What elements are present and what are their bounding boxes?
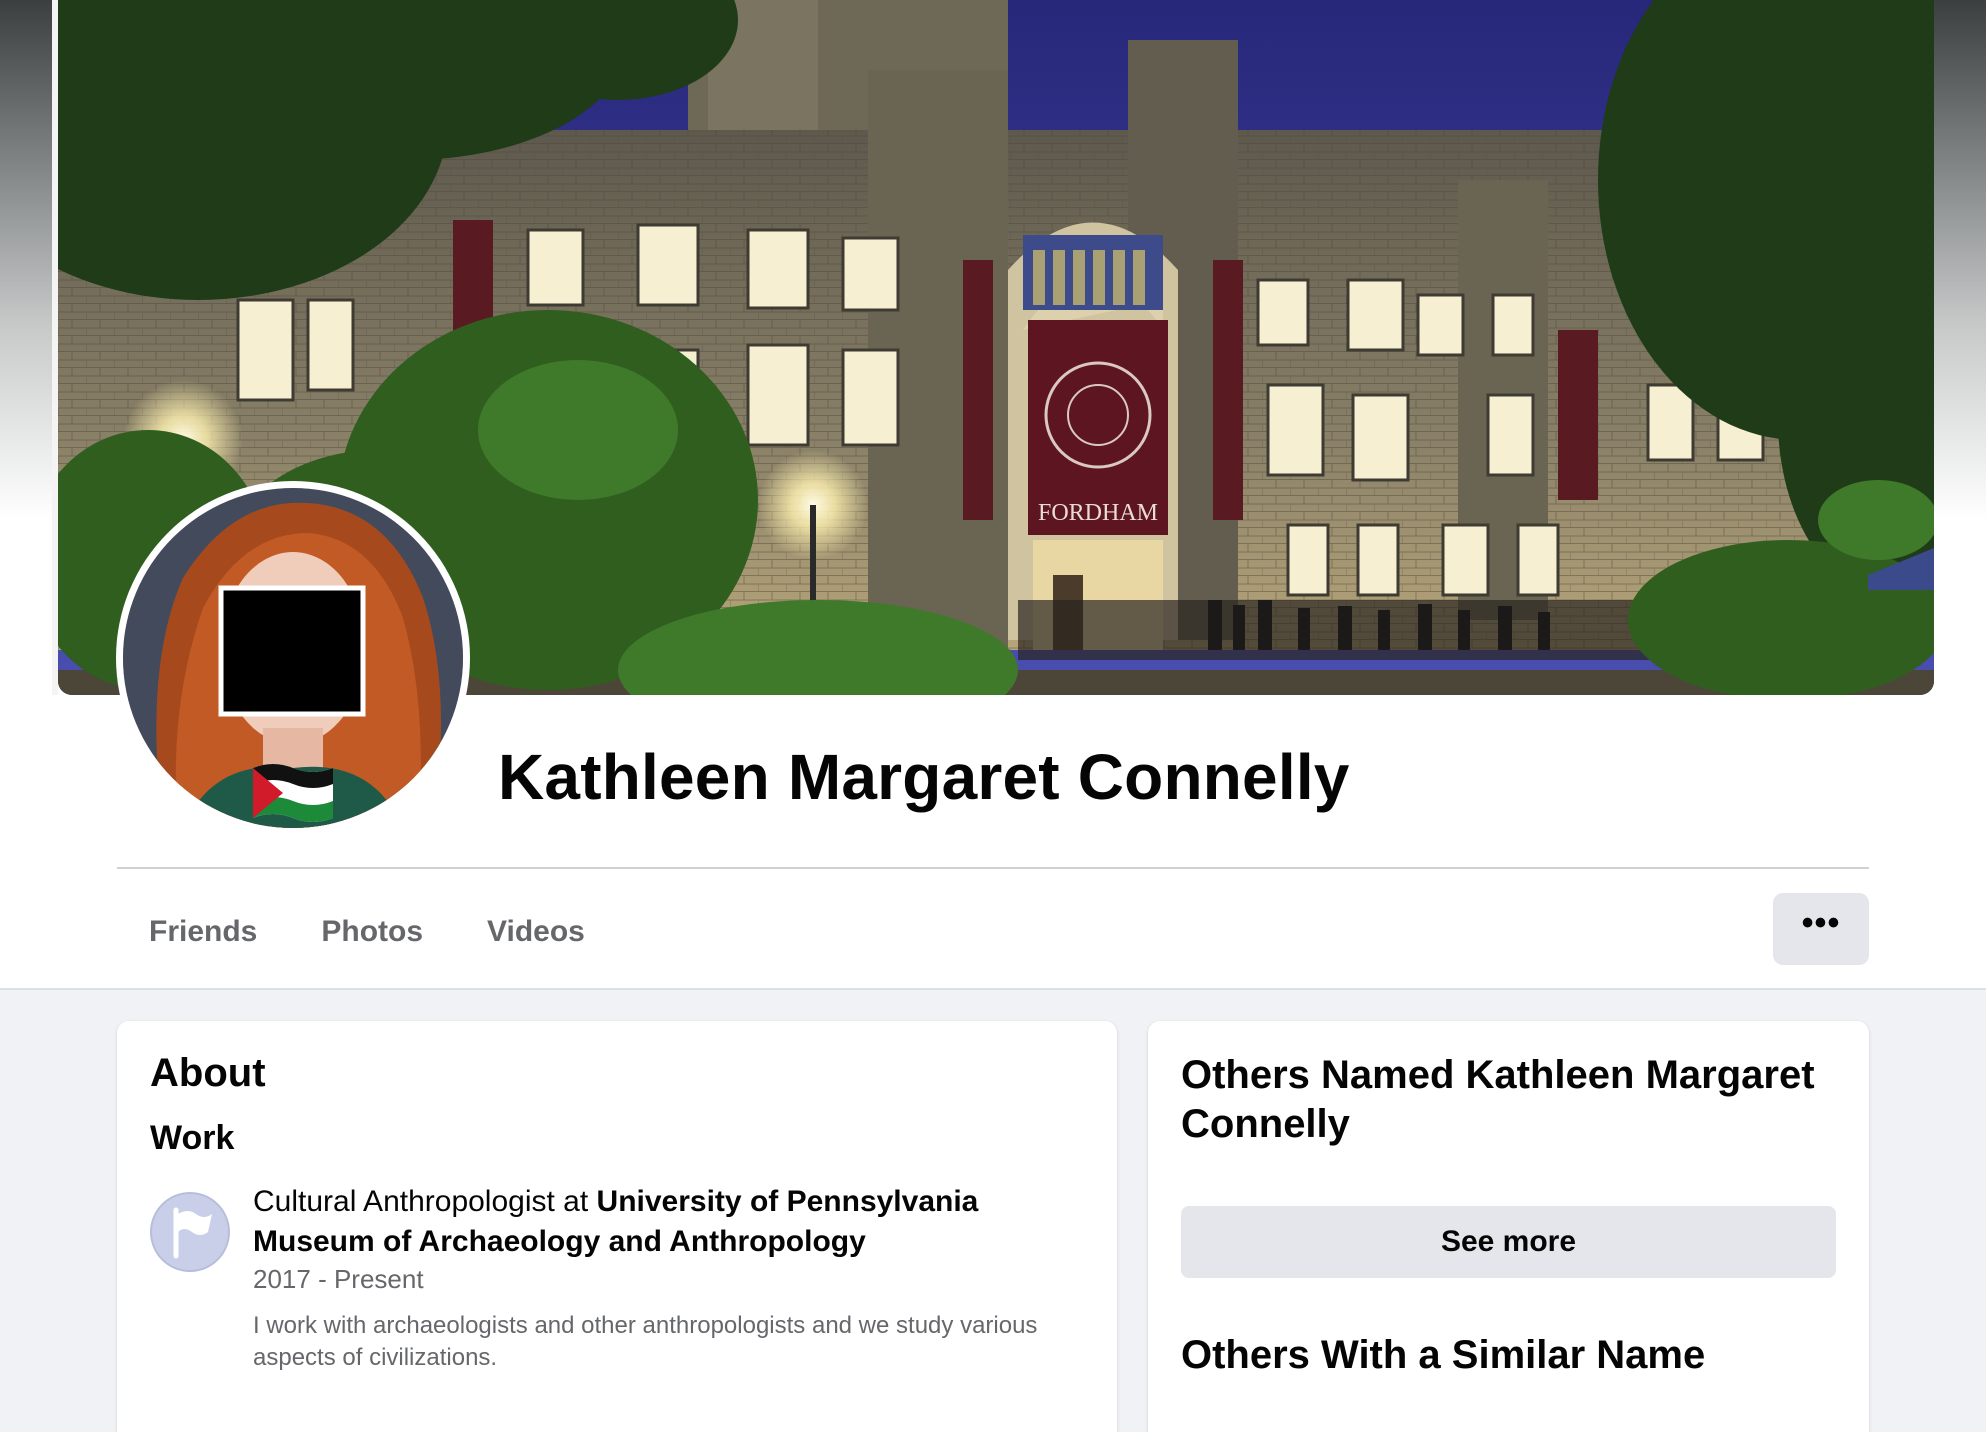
profile-tabs: Friends Photos Videos [117, 890, 617, 974]
work-role: Cultural Anthropologist at [253, 1185, 597, 1218]
work-dates: 2017 - Present [253, 1264, 424, 1294]
profile-avatar[interactable] [116, 481, 470, 835]
banner-text: FORDHAM [1038, 500, 1158, 526]
palestine-flag-icon [253, 764, 333, 822]
more-options-button[interactable]: ••• [1773, 893, 1869, 965]
profile-divider [117, 867, 1869, 869]
profile-name: Kathleen Margaret Connelly [498, 741, 1350, 813]
similar-name-title: Others With a Similar Name [1181, 1333, 1706, 1377]
header-bottom-border [0, 988, 1986, 990]
flag-icon[interactable] [150, 1192, 230, 1272]
avatar-photo [123, 488, 463, 828]
tab-videos[interactable]: Videos [455, 890, 617, 974]
others-named-card: Others Named Kathleen Margaret Connelly … [1148, 1021, 1869, 1432]
work-description: I work with archaeologists and other ant… [253, 1312, 1038, 1371]
work-position: Cultural Anthropologist at University of… [253, 1182, 1083, 1262]
see-more-button[interactable]: See more [1181, 1206, 1836, 1278]
more-dots-icon: ••• [1801, 904, 1841, 942]
about-card: About Work Cultural Anthropologist at Un… [117, 1021, 1117, 1432]
others-named-title: Others Named Kathleen Margaret Connelly [1181, 1053, 1815, 1146]
about-title: About [150, 1051, 266, 1095]
avatar-image [123, 488, 463, 828]
work-heading: Work [150, 1119, 235, 1157]
tab-photos[interactable]: Photos [289, 890, 455, 974]
tab-friends[interactable]: Friends [117, 890, 289, 974]
